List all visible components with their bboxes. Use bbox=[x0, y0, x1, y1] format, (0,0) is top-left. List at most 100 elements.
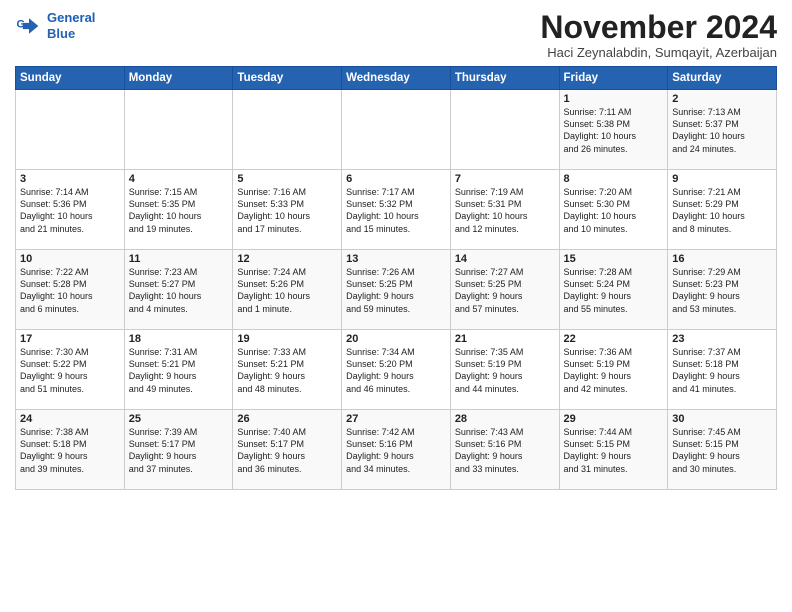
calendar-cell: 8Sunrise: 7:20 AM Sunset: 5:30 PM Daylig… bbox=[559, 170, 668, 250]
calendar-cell: 1Sunrise: 7:11 AM Sunset: 5:38 PM Daylig… bbox=[559, 90, 668, 170]
day-info: Sunrise: 7:39 AM Sunset: 5:17 PM Dayligh… bbox=[129, 426, 229, 475]
month-title: November 2024 bbox=[540, 10, 777, 45]
day-info: Sunrise: 7:37 AM Sunset: 5:18 PM Dayligh… bbox=[672, 346, 772, 395]
calendar-cell bbox=[124, 90, 233, 170]
day-number: 11 bbox=[129, 253, 229, 265]
day-info: Sunrise: 7:13 AM Sunset: 5:37 PM Dayligh… bbox=[672, 106, 772, 155]
day-info: Sunrise: 7:43 AM Sunset: 5:16 PM Dayligh… bbox=[455, 426, 555, 475]
day-info: Sunrise: 7:38 AM Sunset: 5:18 PM Dayligh… bbox=[20, 426, 120, 475]
day-number: 8 bbox=[564, 173, 664, 185]
calendar-cell: 2Sunrise: 7:13 AM Sunset: 5:37 PM Daylig… bbox=[668, 90, 777, 170]
day-info: Sunrise: 7:42 AM Sunset: 5:16 PM Dayligh… bbox=[346, 426, 446, 475]
day-info: Sunrise: 7:29 AM Sunset: 5:23 PM Dayligh… bbox=[672, 266, 772, 315]
day-info: Sunrise: 7:14 AM Sunset: 5:36 PM Dayligh… bbox=[20, 186, 120, 235]
day-info: Sunrise: 7:20 AM Sunset: 5:30 PM Dayligh… bbox=[564, 186, 664, 235]
logo-icon: G bbox=[15, 12, 43, 40]
day-number: 16 bbox=[672, 253, 772, 265]
header: G General Blue November 2024 Haci Zeynal… bbox=[15, 10, 777, 60]
header-monday: Monday bbox=[124, 67, 233, 90]
calendar-cell bbox=[16, 90, 125, 170]
day-info: Sunrise: 7:26 AM Sunset: 5:25 PM Dayligh… bbox=[346, 266, 446, 315]
day-number: 15 bbox=[564, 253, 664, 265]
day-number: 26 bbox=[237, 413, 337, 425]
header-wednesday: Wednesday bbox=[342, 67, 451, 90]
day-number: 27 bbox=[346, 413, 446, 425]
calendar-cell: 20Sunrise: 7:34 AM Sunset: 5:20 PM Dayli… bbox=[342, 330, 451, 410]
calendar-cell: 9Sunrise: 7:21 AM Sunset: 5:29 PM Daylig… bbox=[668, 170, 777, 250]
calendar-cell: 24Sunrise: 7:38 AM Sunset: 5:18 PM Dayli… bbox=[16, 410, 125, 490]
calendar-header: Sunday Monday Tuesday Wednesday Thursday… bbox=[16, 67, 777, 90]
day-info: Sunrise: 7:17 AM Sunset: 5:32 PM Dayligh… bbox=[346, 186, 446, 235]
day-number: 22 bbox=[564, 333, 664, 345]
day-info: Sunrise: 7:31 AM Sunset: 5:21 PM Dayligh… bbox=[129, 346, 229, 395]
title-block: November 2024 Haci Zeynalabdin, Sumqayit… bbox=[540, 10, 777, 60]
day-number: 1 bbox=[564, 93, 664, 105]
calendar-cell: 7Sunrise: 7:19 AM Sunset: 5:31 PM Daylig… bbox=[450, 170, 559, 250]
day-info: Sunrise: 7:45 AM Sunset: 5:15 PM Dayligh… bbox=[672, 426, 772, 475]
day-number: 13 bbox=[346, 253, 446, 265]
calendar-cell: 22Sunrise: 7:36 AM Sunset: 5:19 PM Dayli… bbox=[559, 330, 668, 410]
day-number: 23 bbox=[672, 333, 772, 345]
calendar-cell: 29Sunrise: 7:44 AM Sunset: 5:15 PM Dayli… bbox=[559, 410, 668, 490]
header-tuesday: Tuesday bbox=[233, 67, 342, 90]
day-header-row: Sunday Monday Tuesday Wednesday Thursday… bbox=[16, 67, 777, 90]
calendar-cell: 30Sunrise: 7:45 AM Sunset: 5:15 PM Dayli… bbox=[668, 410, 777, 490]
calendar-week-1: 3Sunrise: 7:14 AM Sunset: 5:36 PM Daylig… bbox=[16, 170, 777, 250]
calendar-cell: 15Sunrise: 7:28 AM Sunset: 5:24 PM Dayli… bbox=[559, 250, 668, 330]
day-number: 3 bbox=[20, 173, 120, 185]
calendar-cell: 28Sunrise: 7:43 AM Sunset: 5:16 PM Dayli… bbox=[450, 410, 559, 490]
logo: G General Blue bbox=[15, 10, 95, 41]
calendar-cell: 25Sunrise: 7:39 AM Sunset: 5:17 PM Dayli… bbox=[124, 410, 233, 490]
day-number: 20 bbox=[346, 333, 446, 345]
day-info: Sunrise: 7:11 AM Sunset: 5:38 PM Dayligh… bbox=[564, 106, 664, 155]
day-number: 7 bbox=[455, 173, 555, 185]
day-number: 5 bbox=[237, 173, 337, 185]
calendar-cell bbox=[342, 90, 451, 170]
calendar-cell: 5Sunrise: 7:16 AM Sunset: 5:33 PM Daylig… bbox=[233, 170, 342, 250]
day-info: Sunrise: 7:36 AM Sunset: 5:19 PM Dayligh… bbox=[564, 346, 664, 395]
calendar-cell bbox=[450, 90, 559, 170]
day-number: 9 bbox=[672, 173, 772, 185]
calendar-cell: 13Sunrise: 7:26 AM Sunset: 5:25 PM Dayli… bbox=[342, 250, 451, 330]
day-number: 29 bbox=[564, 413, 664, 425]
calendar-cell: 6Sunrise: 7:17 AM Sunset: 5:32 PM Daylig… bbox=[342, 170, 451, 250]
day-info: Sunrise: 7:16 AM Sunset: 5:33 PM Dayligh… bbox=[237, 186, 337, 235]
day-number: 24 bbox=[20, 413, 120, 425]
calendar-cell: 21Sunrise: 7:35 AM Sunset: 5:19 PM Dayli… bbox=[450, 330, 559, 410]
day-info: Sunrise: 7:44 AM Sunset: 5:15 PM Dayligh… bbox=[564, 426, 664, 475]
calendar-body: 1Sunrise: 7:11 AM Sunset: 5:38 PM Daylig… bbox=[16, 90, 777, 490]
logo-text: General Blue bbox=[47, 10, 95, 41]
calendar-week-4: 24Sunrise: 7:38 AM Sunset: 5:18 PM Dayli… bbox=[16, 410, 777, 490]
day-number: 28 bbox=[455, 413, 555, 425]
day-number: 17 bbox=[20, 333, 120, 345]
calendar-cell: 23Sunrise: 7:37 AM Sunset: 5:18 PM Dayli… bbox=[668, 330, 777, 410]
day-info: Sunrise: 7:27 AM Sunset: 5:25 PM Dayligh… bbox=[455, 266, 555, 315]
calendar-cell: 27Sunrise: 7:42 AM Sunset: 5:16 PM Dayli… bbox=[342, 410, 451, 490]
header-friday: Friday bbox=[559, 67, 668, 90]
calendar-cell: 17Sunrise: 7:30 AM Sunset: 5:22 PM Dayli… bbox=[16, 330, 125, 410]
day-info: Sunrise: 7:15 AM Sunset: 5:35 PM Dayligh… bbox=[129, 186, 229, 235]
calendar-cell: 10Sunrise: 7:22 AM Sunset: 5:28 PM Dayli… bbox=[16, 250, 125, 330]
day-info: Sunrise: 7:22 AM Sunset: 5:28 PM Dayligh… bbox=[20, 266, 120, 315]
calendar-cell: 26Sunrise: 7:40 AM Sunset: 5:17 PM Dayli… bbox=[233, 410, 342, 490]
day-number: 14 bbox=[455, 253, 555, 265]
calendar-cell: 12Sunrise: 7:24 AM Sunset: 5:26 PM Dayli… bbox=[233, 250, 342, 330]
day-info: Sunrise: 7:35 AM Sunset: 5:19 PM Dayligh… bbox=[455, 346, 555, 395]
calendar-cell: 3Sunrise: 7:14 AM Sunset: 5:36 PM Daylig… bbox=[16, 170, 125, 250]
calendar-cell: 11Sunrise: 7:23 AM Sunset: 5:27 PM Dayli… bbox=[124, 250, 233, 330]
day-info: Sunrise: 7:24 AM Sunset: 5:26 PM Dayligh… bbox=[237, 266, 337, 315]
day-number: 21 bbox=[455, 333, 555, 345]
day-info: Sunrise: 7:21 AM Sunset: 5:29 PM Dayligh… bbox=[672, 186, 772, 235]
page: G General Blue November 2024 Haci Zeynal… bbox=[0, 0, 792, 498]
calendar-cell: 14Sunrise: 7:27 AM Sunset: 5:25 PM Dayli… bbox=[450, 250, 559, 330]
day-info: Sunrise: 7:28 AM Sunset: 5:24 PM Dayligh… bbox=[564, 266, 664, 315]
day-info: Sunrise: 7:19 AM Sunset: 5:31 PM Dayligh… bbox=[455, 186, 555, 235]
header-saturday: Saturday bbox=[668, 67, 777, 90]
day-info: Sunrise: 7:33 AM Sunset: 5:21 PM Dayligh… bbox=[237, 346, 337, 395]
calendar-week-3: 17Sunrise: 7:30 AM Sunset: 5:22 PM Dayli… bbox=[16, 330, 777, 410]
day-info: Sunrise: 7:23 AM Sunset: 5:27 PM Dayligh… bbox=[129, 266, 229, 315]
day-number: 19 bbox=[237, 333, 337, 345]
day-info: Sunrise: 7:30 AM Sunset: 5:22 PM Dayligh… bbox=[20, 346, 120, 395]
day-info: Sunrise: 7:40 AM Sunset: 5:17 PM Dayligh… bbox=[237, 426, 337, 475]
header-sunday: Sunday bbox=[16, 67, 125, 90]
